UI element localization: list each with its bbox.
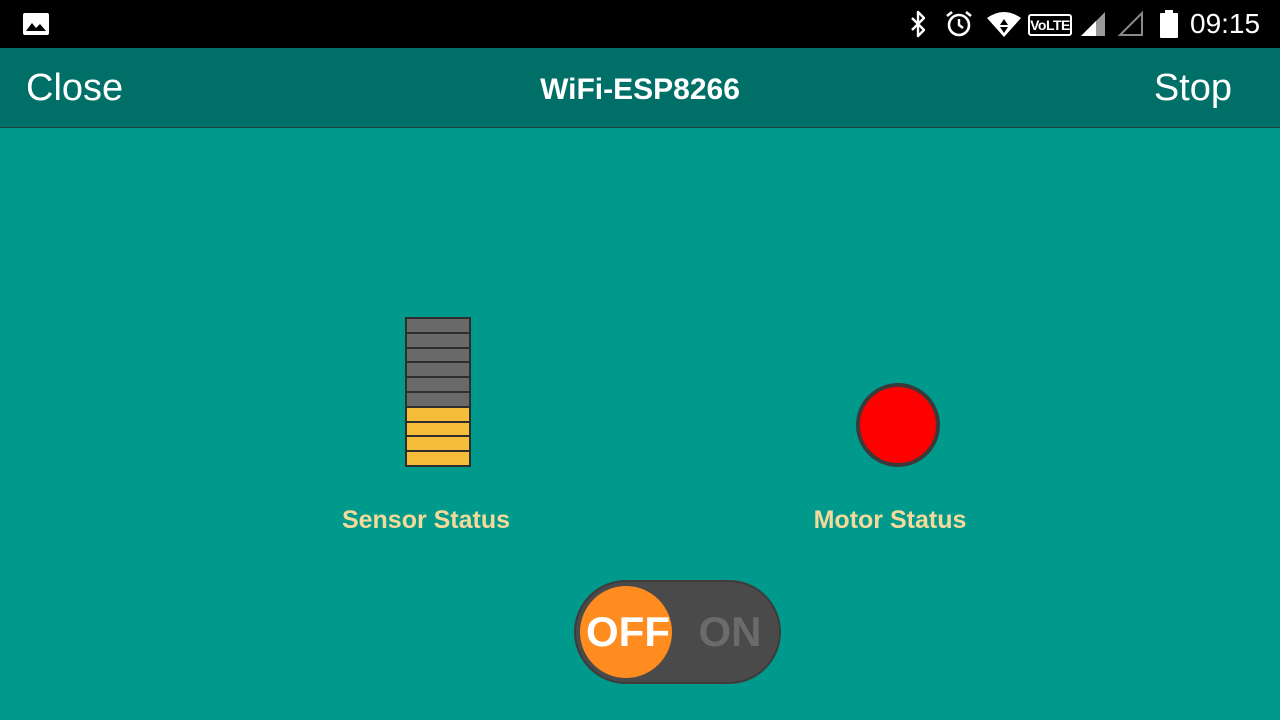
app-title: WiFi-ESP8266 [540, 73, 740, 106]
level-segment [407, 407, 469, 421]
motor-status-label: Motor Status [813, 506, 967, 534]
gallery-icon [23, 13, 49, 35]
level-segment [407, 319, 469, 332]
signal-empty-icon [1117, 10, 1143, 36]
stop-button[interactable]: Stop [1154, 66, 1232, 110]
signal-icon [1081, 12, 1105, 36]
battery-icon [1160, 10, 1178, 38]
toggle-on-label: ON [698, 608, 762, 655]
close-button[interactable]: Close [26, 66, 123, 110]
level-segment [407, 437, 469, 451]
wifi-icon [987, 12, 1021, 37]
status-bar: VoLTE 09:15 [0, 0, 1280, 48]
volte-icon: VoLTE [1028, 14, 1072, 36]
level-segment [407, 378, 469, 391]
alarm-icon [946, 10, 972, 37]
toggle-off-label: OFF [586, 608, 670, 655]
status-clock: 09:15 [1190, 8, 1261, 39]
power-toggle[interactable]: OFF ON [574, 580, 781, 684]
level-segment [407, 452, 469, 465]
motor-status-led [856, 383, 940, 467]
app-bar: Close WiFi-ESP8266 Stop [0, 48, 1280, 128]
sensor-level-meter [405, 317, 471, 467]
level-segment [407, 422, 469, 436]
bluetooth-icon [911, 10, 926, 38]
sensor-status-label: Sensor Status [341, 506, 511, 534]
level-segment [407, 348, 469, 362]
level-segment [407, 333, 469, 347]
level-segment [407, 363, 469, 377]
level-segment [407, 393, 469, 406]
